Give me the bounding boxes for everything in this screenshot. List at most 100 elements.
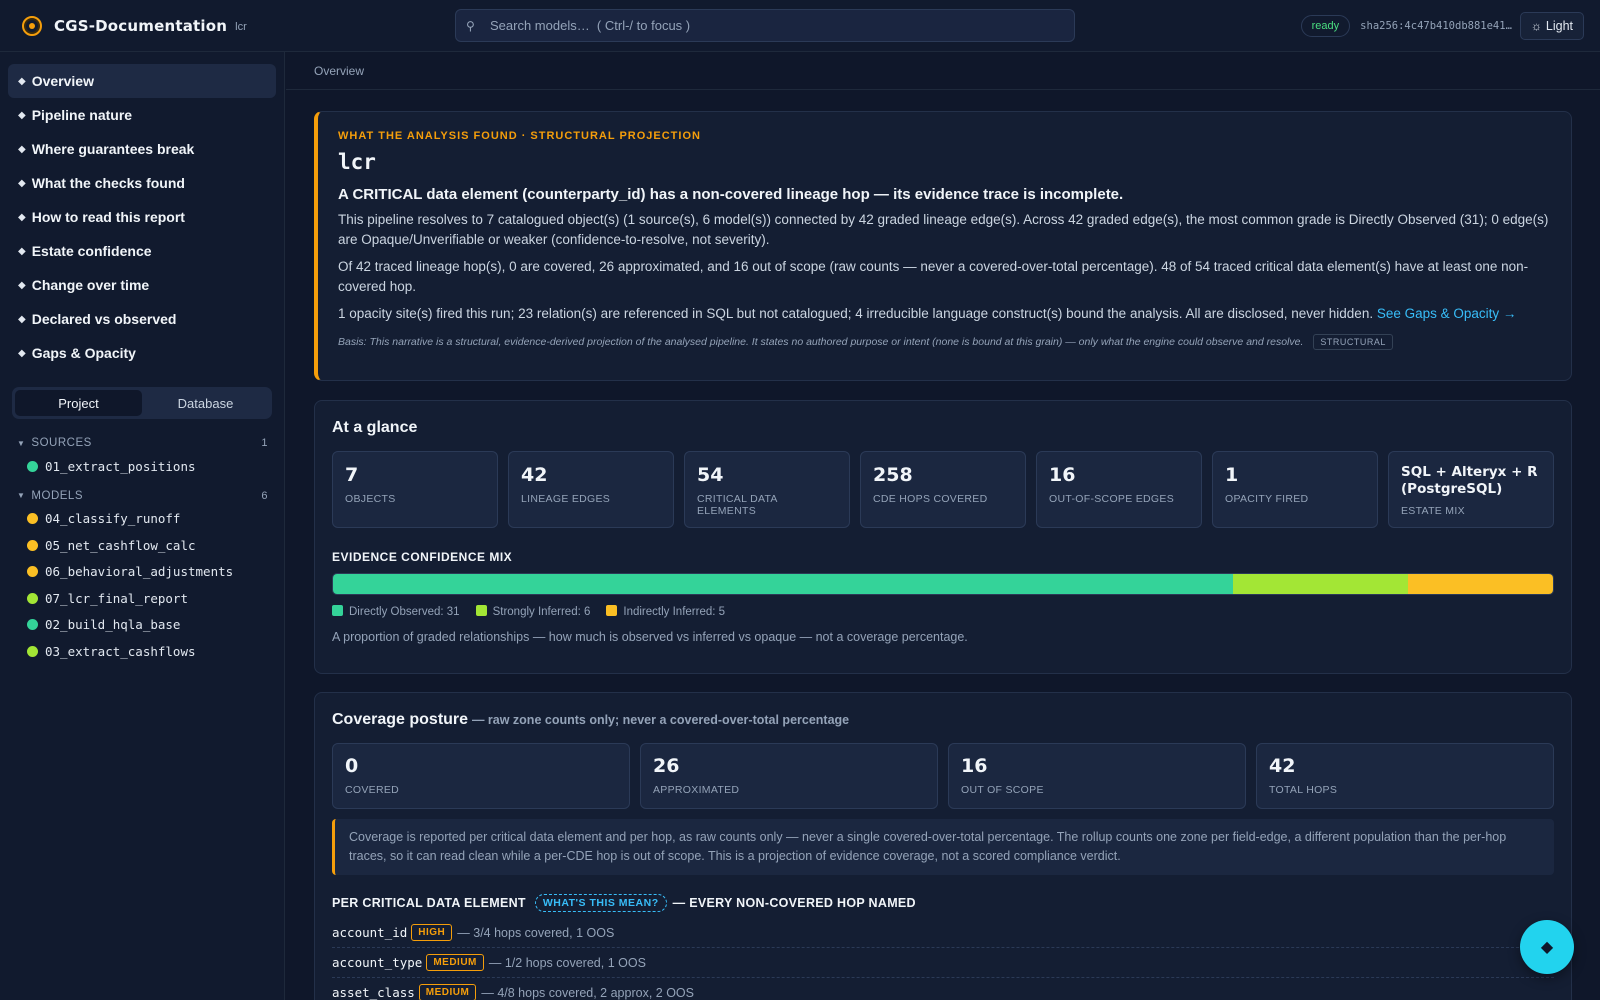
- item-name: 04_classify_runoff: [45, 511, 181, 527]
- item-name: 01_extract_positions: [45, 458, 196, 474]
- legend-item: Indirectly Inferred: 5: [606, 605, 725, 618]
- cde-row[interactable]: account_type MEDIUM — 1/2 hops covered, 1 …: [332, 948, 1554, 978]
- item-name: 05_net_cashflow_calc: [45, 537, 196, 553]
- stat-value: 42: [521, 464, 548, 486]
- legend-label: Strongly Inferred: 6: [492, 606, 591, 618]
- confidence-mix-bar: [332, 573, 1554, 595]
- severity-badge: MEDIUM: [426, 954, 484, 971]
- structural-tag: STRUCTURAL: [1313, 334, 1393, 350]
- legend-item: Directly Observed: 31: [332, 605, 460, 618]
- model-item[interactable]: 03_extract_cashflows: [0, 638, 284, 665]
- model-item[interactable]: 06_behavioral_adjustments: [0, 559, 284, 586]
- model-item[interactable]: 04_classify_runoff: [0, 506, 284, 533]
- coverage-title: Coverage posture: [332, 711, 469, 728]
- nav-item-pipeline-nature[interactable]: ◆ Pipeline nature: [8, 98, 276, 132]
- stat-value: 0: [345, 755, 359, 777]
- nav-label: Estate confidence: [31, 243, 152, 259]
- status-dot: [27, 619, 38, 631]
- tab-database[interactable]: Database: [142, 390, 269, 416]
- legend-swatch: [606, 605, 618, 616]
- stat-value: 42: [1269, 755, 1296, 777]
- stat-value: 54: [697, 464, 724, 486]
- stat-value: 16: [1049, 464, 1076, 486]
- stat-card: 42 LINEAGE EDGES: [508, 451, 674, 528]
- cde-name: account_id: [332, 925, 408, 940]
- diamond-icon: ◆: [18, 143, 26, 155]
- legend-swatch: [332, 605, 343, 616]
- caret-down-icon: ▼: [17, 491, 26, 500]
- stat-label: CRITICAL DATA ELEMENTS: [697, 493, 778, 517]
- stat-card: 54 CRITICAL DATA ELEMENTS: [684, 451, 850, 528]
- cde-detail: — 1/2 hops covered, 1 OOS: [488, 955, 646, 970]
- stat-label: OUT-OF-SCOPE EDGES: [1049, 493, 1174, 505]
- status-dot: [27, 539, 38, 551]
- search-icon: ⚲: [466, 18, 475, 33]
- model-item[interactable]: 05_net_cashflow_calc: [0, 532, 284, 559]
- summary-eyebrow: WHAT THE ANALYSIS FOUND · STRUCTURAL PRO…: [338, 130, 701, 142]
- coverage-posture-card: Coverage posture — raw zone counts only;…: [314, 692, 1572, 1000]
- status-dot: [27, 513, 38, 525]
- sources-group-header[interactable]: ▼ SOURCES 1: [0, 433, 284, 453]
- at-a-glance-title: At a glance: [332, 419, 418, 436]
- tab-project[interactable]: Project: [15, 390, 142, 416]
- summary-paragraph-1: This pipeline resolves to 7 catalogued o…: [338, 212, 1549, 247]
- severity-badge: MEDIUM: [418, 984, 477, 1000]
- coverage-header: Coverage posture — raw zone counts only;…: [332, 711, 1554, 729]
- nav-item-where-guarantees-break[interactable]: ◆ Where guarantees break: [8, 132, 276, 166]
- summary-paragraph-3-text: 1 opacity site(s) fired this run; 23 rel…: [338, 306, 1374, 321]
- cde-row[interactable]: asset_class MEDIUM — 4/8 hops covered, 2 a…: [332, 978, 1554, 1000]
- brand[interactable]: CGS-Documentation lcr: [0, 15, 455, 36]
- item-name: 03_extract_cashflows: [45, 643, 196, 659]
- nav-item-gaps-opacity[interactable]: ◆ Gaps & Opacity: [8, 336, 276, 370]
- models-count: 6: [261, 489, 268, 502]
- sha-hash: sha256:4c47b410db881e41…: [1360, 20, 1512, 32]
- cde-row[interactable]: account_id HIGH — 3/4 hops covered, 1 OOS: [332, 918, 1554, 948]
- floating-action-button[interactable]: ◆: [1520, 920, 1574, 974]
- model-item[interactable]: 07_lcr_final_report: [0, 585, 284, 612]
- nav-item-change-over-time[interactable]: ◆ Change over time: [8, 268, 276, 302]
- basis-note: Basis: This narrative is a structural, e…: [338, 334, 1551, 350]
- stat-label: TOTAL HOPS: [1269, 784, 1338, 796]
- stat-value: 16: [961, 755, 988, 777]
- status-dot: [27, 645, 38, 657]
- confidence-mix-note: A proportion of graded relationships — h…: [332, 630, 968, 644]
- theme-toggle-button[interactable]: ☼ Light: [1519, 12, 1584, 40]
- mix-segment: [1233, 574, 1408, 594]
- search-box[interactable]: ⚲: [455, 9, 1075, 42]
- sidebar: ◆ Overview ◆ Pipeline nature ◆ Where guaran…: [0, 52, 285, 1000]
- cde-detail: — 4/8 hops covered, 2 approx, 2 OOS: [481, 985, 694, 1000]
- stat-card: SQL + Alteryx + R (PostgreSQL) ESTATE MIX: [1388, 451, 1554, 528]
- nav-item-estate-confidence[interactable]: ◆ Estate confidence: [8, 234, 276, 268]
- nav-label: Declared vs observed: [31, 311, 177, 327]
- nav-item-what-the-checks-found[interactable]: ◆ What the checks found: [8, 166, 276, 200]
- coverage-stat-card: 0 COVERED: [332, 743, 630, 809]
- stat-value: 258: [873, 464, 913, 486]
- models-group-header[interactable]: ▼ MODELS 6: [0, 486, 284, 506]
- stat-value: 7: [345, 464, 359, 486]
- stat-card: 258 CDE HOPS COVERED: [860, 451, 1026, 528]
- search-input[interactable]: [490, 18, 1050, 33]
- nav-label: What the checks found: [31, 175, 185, 191]
- sun-icon: ☼: [1530, 19, 1542, 33]
- source-item[interactable]: 01_extract_positions: [0, 453, 284, 480]
- breadcrumb[interactable]: Overview: [286, 52, 1600, 90]
- summary-title: lcr: [338, 150, 376, 174]
- cde-suffix: — EVERY NON-COVERED HOP NAMED: [672, 896, 916, 910]
- gaps-opacity-link[interactable]: See Gaps & Opacity →: [1377, 306, 1517, 321]
- theme-toggle-label: Light: [1545, 19, 1573, 33]
- whats-this-mean-button[interactable]: WHAT'S THIS MEAN?: [534, 894, 667, 912]
- model-item[interactable]: 02_build_hqla_base: [0, 612, 284, 639]
- severity-badge: HIGH: [411, 924, 453, 941]
- cde-detail: — 3/4 hops covered, 1 OOS: [457, 925, 615, 940]
- mix-segment: [1407, 574, 1553, 594]
- cde-name: asset_class: [332, 985, 415, 1000]
- status-dot: [27, 460, 38, 472]
- nav-label: How to read this report: [31, 209, 185, 225]
- caret-down-icon: ▼: [17, 438, 26, 448]
- nav-label: Gaps & Opacity: [31, 345, 136, 361]
- nav-item-declared-vs-observed[interactable]: ◆ Declared vs observed: [8, 302, 276, 336]
- nav-item-overview[interactable]: ◆ Overview: [8, 64, 276, 98]
- logo-icon: [22, 15, 42, 36]
- nav-item-how-to-read[interactable]: ◆ How to read this report: [8, 200, 276, 234]
- status-dot: [27, 592, 38, 604]
